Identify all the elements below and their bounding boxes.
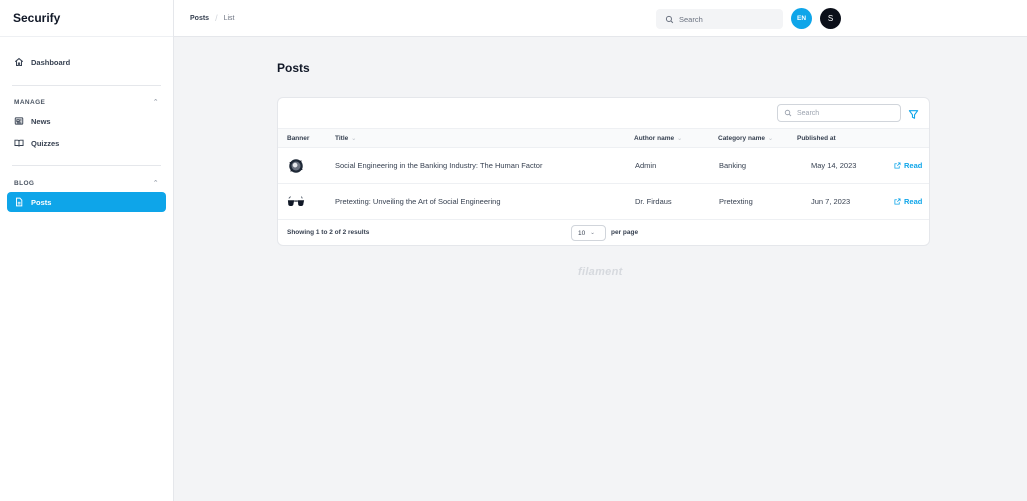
- post-published: Jun 7, 2023: [811, 197, 851, 206]
- read-action[interactable]: Read: [894, 197, 922, 206]
- breadcrumb: Posts / List: [174, 13, 234, 23]
- search-placeholder: Search: [679, 14, 703, 24]
- posts-table: Search Banner Title ⌄ Author name ⌄ Catego…: [277, 97, 930, 246]
- sidebar-item-news[interactable]: News: [7, 111, 166, 131]
- results-summary: Showing 1 to 2 of 2 results: [287, 229, 370, 236]
- global-search-input[interactable]: Search: [656, 9, 783, 29]
- column-title[interactable]: Title ⌄: [335, 135, 356, 142]
- sidebar-item-label: Dashboard: [31, 57, 71, 67]
- sort-icon: ⌄: [677, 136, 683, 142]
- table-header: Banner Title ⌄ Author name ⌄ Category name…: [278, 129, 929, 148]
- table-toolbar: Search: [278, 98, 929, 129]
- post-author: Dr. Firdaus: [635, 197, 672, 206]
- sidebar-item-label: Posts: [31, 197, 52, 207]
- user-avatar[interactable]: S: [820, 8, 841, 29]
- post-title: Pretexting: Unveiling the Art of Social …: [335, 197, 501, 206]
- sort-icon: ⌄: [767, 136, 773, 142]
- column-category-name[interactable]: Category name ⌄: [718, 135, 773, 142]
- topbar: Posts / List: [174, 0, 1027, 37]
- breadcrumb-item-posts[interactable]: Posts: [190, 15, 209, 22]
- post-published: May 14, 2023: [811, 161, 857, 170]
- sidebar-item-quizzes[interactable]: Quizzes: [7, 133, 166, 153]
- post-author: Admin: [635, 161, 657, 170]
- chevron-down-icon: ⌄: [590, 230, 595, 236]
- external-link-icon: [894, 198, 901, 205]
- sidebar-item-posts[interactable]: Posts: [7, 192, 166, 212]
- banner-image: [287, 156, 305, 176]
- filament-watermark: filament: [578, 266, 623, 278]
- per-page-select[interactable]: 10 ⌄: [571, 225, 606, 241]
- table-search-input[interactable]: Search: [777, 104, 901, 122]
- filter-icon[interactable]: [908, 107, 920, 119]
- book-open-icon: [14, 138, 24, 148]
- post-category: Banking: [719, 161, 747, 170]
- breadcrumb-item-list: List: [223, 14, 235, 22]
- group-header-manage[interactable]: MANAGE ⌃: [14, 95, 159, 109]
- read-action[interactable]: Read: [894, 161, 922, 170]
- home-icon: [14, 57, 24, 67]
- column-published-at: Published at: [797, 135, 836, 142]
- external-link-icon: [894, 162, 901, 169]
- search-icon: [784, 109, 792, 117]
- column-author-name[interactable]: Author name ⌄: [634, 135, 682, 142]
- sort-icon: ⌄: [351, 136, 357, 142]
- brand-logo[interactable]: Securify: [0, 0, 173, 37]
- newspaper-icon: [14, 116, 24, 126]
- post-category: Pretexting: [719, 197, 753, 206]
- column-banner: Banner: [287, 135, 310, 142]
- post-title: Social Engineering in the Banking Indust…: [335, 161, 543, 170]
- group-header-blog[interactable]: BLOG ⌃: [14, 176, 159, 190]
- breadcrumb-separator: /: [215, 13, 218, 23]
- sidebar-item-label: News: [31, 116, 51, 126]
- search-icon: [665, 15, 674, 23]
- search-placeholder: Search: [797, 109, 820, 117]
- chevron-up-icon[interactable]: ⌃: [153, 98, 159, 106]
- group-title: MANAGE: [14, 98, 46, 106]
- table-footer: Showing 1 to 2 of 2 results 10 ⌄ per pag…: [278, 220, 929, 245]
- document-icon: [14, 197, 24, 207]
- chevron-up-icon[interactable]: ⌃: [153, 179, 159, 187]
- sidebar: Securify Dashboard MANAGE ⌃ News Quizzes…: [0, 0, 174, 501]
- sidebar-item-label: Quizzes: [31, 138, 60, 148]
- group-title: BLOG: [14, 179, 35, 187]
- page-title: Posts: [277, 61, 310, 75]
- table-row[interactable]: Pretexting: Unveiling the Art of Social …: [278, 184, 929, 220]
- table-row[interactable]: Social Engineering in the Banking Indust…: [278, 148, 929, 184]
- sidebar-item-dashboard[interactable]: Dashboard: [7, 52, 166, 72]
- banner-image: [287, 192, 305, 212]
- per-page-label: per page: [611, 229, 639, 236]
- language-switcher[interactable]: EN: [791, 8, 812, 29]
